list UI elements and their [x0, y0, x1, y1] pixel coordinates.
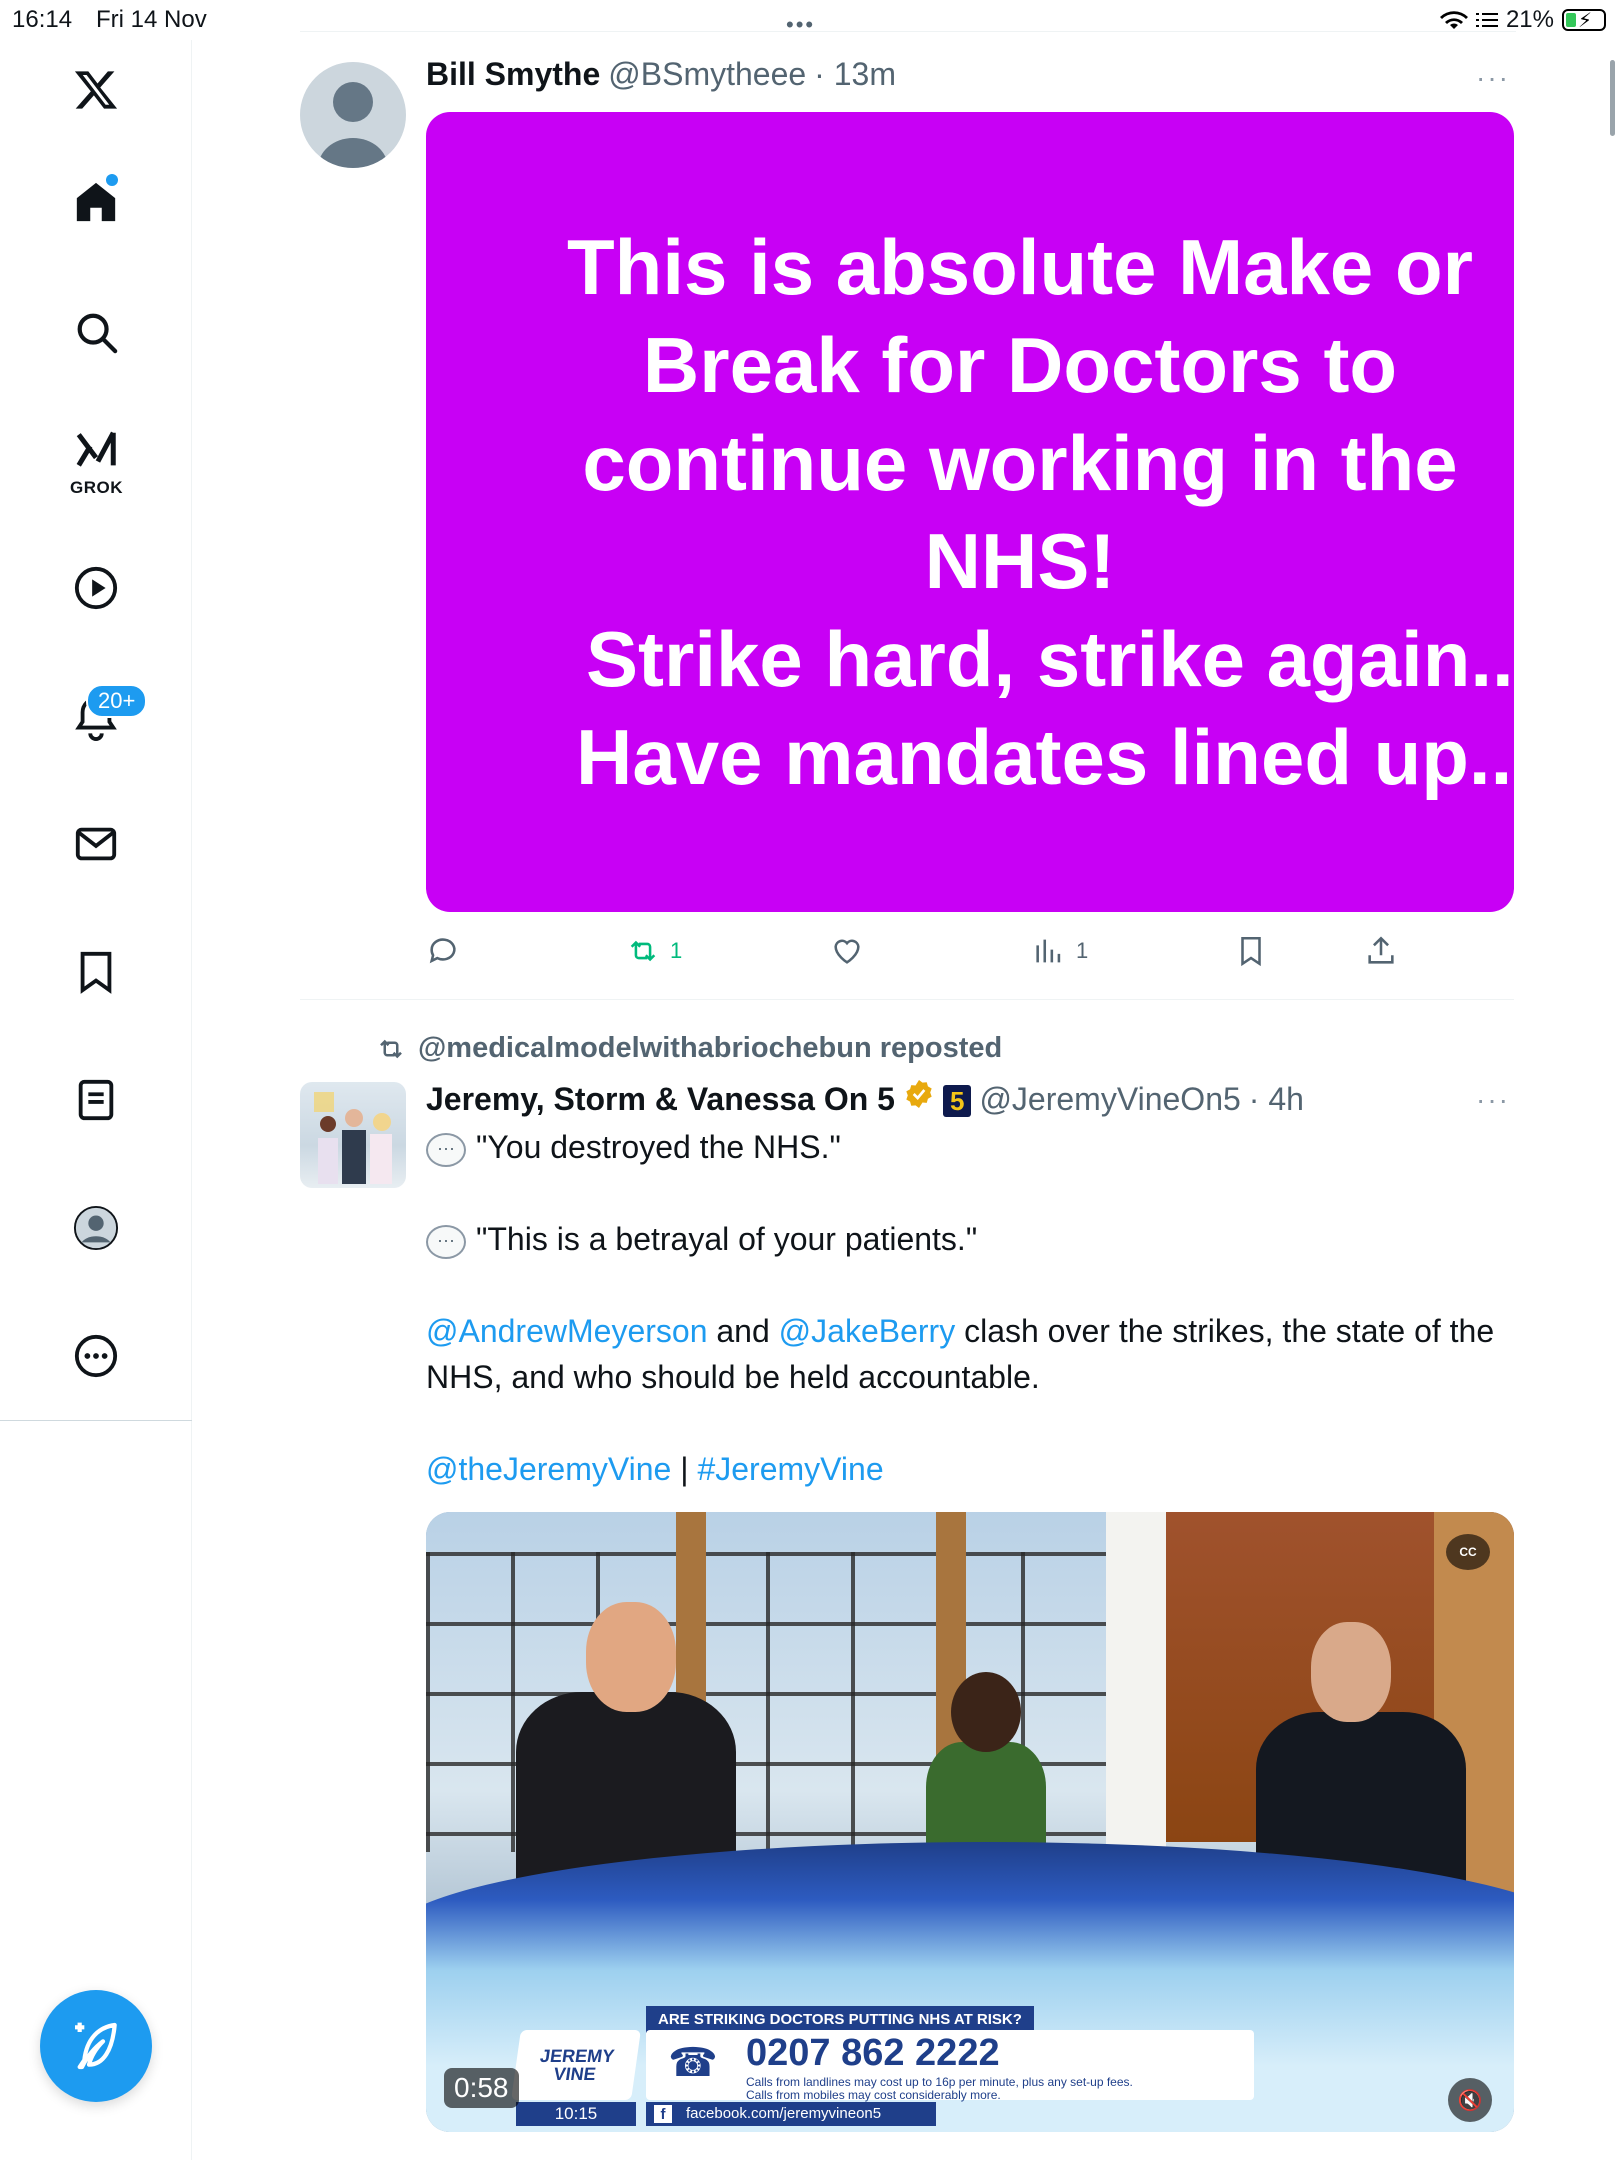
tweet-header: Jeremy, Storm & Vanessa On 5 5 @JeremyVi…	[426, 1078, 1304, 1118]
video-duration: 0:58	[444, 2068, 519, 2108]
show-logo: JEREMY VINE	[511, 2030, 641, 2100]
facebook-url: facebook.com/jeremyvineon5	[686, 2105, 882, 2122]
compose-plus-feather-icon	[75, 2022, 117, 2070]
share-icon	[1368, 936, 1394, 964]
views-button[interactable]: 1	[1032, 934, 1088, 968]
profile-icon[interactable]	[66, 1198, 126, 1258]
retweet-button[interactable]: 1	[626, 934, 682, 968]
body-text: and	[707, 1313, 779, 1349]
tweet-time[interactable]: · 4h	[1249, 1081, 1304, 1118]
tweet-text: ··· "You destroyed the NHS." ··· "This is …	[426, 1124, 1516, 1492]
reposted-by: @medicalmodelwithabriochebun reposted	[418, 1032, 1003, 1064]
x-logo-icon[interactable]	[66, 60, 126, 120]
verified-badge-icon	[906, 1080, 932, 1108]
phone-box: ☎ 0207 862 2222 Calls from landlines may…	[646, 2030, 1254, 2102]
search-icon[interactable]	[66, 302, 126, 362]
tags-line: @theJeremyVine | #JeremyVine	[426, 1446, 1516, 1492]
more-icon[interactable]	[66, 1326, 126, 1386]
speech-bubble-icon: ···	[426, 1224, 466, 1259]
quote-text: "This is a betrayal of your patients."	[476, 1221, 978, 1257]
tweet-video[interactable]: ARE STRIKING DOCTORS PUTTING NHS AT RISK…	[426, 1512, 1514, 2132]
tweet-divider	[300, 999, 1514, 1000]
notifications-badge: 20+	[86, 684, 148, 718]
body-paragraph: @AndrewMeyerson and @JakeBerry clash ove…	[426, 1308, 1506, 1400]
share-button[interactable]	[1364, 934, 1398, 968]
status-date: Fri 14 Nov	[96, 6, 207, 33]
video-white-wall	[1106, 1512, 1166, 1852]
video-person	[951, 1672, 1021, 1752]
bookmark-icon	[1241, 936, 1261, 967]
mention-link[interactable]: @JakeBerry	[779, 1313, 956, 1349]
reply-icon	[429, 938, 456, 964]
tweet-header: Bill Smythe @BSmytheee · 13m	[426, 56, 896, 93]
scrollbar[interactable]	[1610, 60, 1615, 136]
author-handle[interactable]: @JeremyVineOn5	[979, 1081, 1240, 1118]
muted-speaker-icon: 🔇	[1457, 2089, 1483, 2112]
tweet-image[interactable]: This is absolute Make or Break for Docto…	[426, 112, 1514, 912]
channel-badge: 5	[942, 1085, 972, 1117]
retweet-count: 1	[670, 938, 683, 963]
home-unread-dot	[106, 174, 118, 186]
reply-button[interactable]	[426, 934, 460, 968]
bookmarks-icon[interactable]	[66, 942, 126, 1002]
phone-number: 0207 862 2222	[746, 2032, 1000, 2074]
image-line: Strike hard, strike again...	[586, 615, 1514, 703]
video-icon[interactable]	[66, 558, 126, 618]
compose-button[interactable]	[40, 1990, 152, 2102]
facebook-icon: f	[654, 2105, 672, 2123]
views-count: 1	[1076, 938, 1089, 963]
call-charges: Calls from landlines may cost up to 16p …	[746, 2076, 1133, 2102]
mention-link[interactable]: @AndrewMeyerson	[426, 1313, 707, 1349]
heart-icon	[834, 939, 860, 964]
quote-line: ··· "You destroyed the NHS."	[426, 1124, 1516, 1170]
hashtag-link[interactable]: #JeremyVine	[697, 1451, 883, 1487]
call-charges-line: Calls from mobiles may cost considerably…	[746, 2088, 1001, 2102]
phone-icon: ☎	[668, 2041, 718, 2085]
repost-indicator[interactable]: @medicalmodelwithabriochebun reposted	[376, 1032, 1002, 1065]
image-line: This is absolute Make or	[567, 223, 1473, 311]
image-line: Break for Doctors to	[642, 321, 1398, 409]
video-person	[1311, 1622, 1391, 1722]
grok-icon[interactable]	[66, 420, 126, 480]
tweet-more-icon[interactable]: ···	[1476, 62, 1510, 94]
retweet-icon	[380, 1039, 402, 1058]
battery-icon: ⚡	[1562, 9, 1606, 32]
avatar[interactable]	[300, 62, 406, 168]
video-lower-third: ARE STRIKING DOCTORS PUTTING NHS AT RISK…	[511, 2006, 1256, 2126]
quote-line: ··· "This is a betrayal of your patients.…	[426, 1216, 1516, 1262]
avatar[interactable]	[300, 1082, 406, 1188]
image-line: NHS!	[924, 517, 1116, 605]
captions-button[interactable]: CC	[1446, 1534, 1490, 1570]
separator: |	[671, 1451, 698, 1487]
tweet-more-icon[interactable]: ···	[1476, 1084, 1510, 1116]
mention-link[interactable]: @theJeremyVine	[426, 1451, 671, 1487]
speech-bubble-icon: ···	[426, 1132, 466, 1167]
video-headline: ARE STRIKING DOCTORS PUTTING NHS AT RISK…	[646, 2006, 1034, 2033]
messages-icon[interactable]	[66, 814, 126, 874]
quote-text: "You destroyed the NHS."	[476, 1129, 841, 1165]
image-line: Have mandates lined up...	[576, 713, 1514, 801]
tweet-time[interactable]: · 13m	[814, 56, 896, 93]
author-handle[interactable]: @BSmytheee	[608, 56, 806, 93]
bookmark-button[interactable]	[1234, 934, 1268, 968]
mute-button[interactable]: 🔇	[1448, 2078, 1492, 2122]
views-icon	[1036, 939, 1061, 963]
lists-icon[interactable]	[66, 1070, 126, 1130]
like-button[interactable]	[830, 934, 864, 968]
retweet-icon	[630, 940, 656, 962]
status-time: 16:14	[12, 6, 73, 33]
show-clock: 10:15	[516, 2102, 636, 2126]
author-name[interactable]: Jeremy, Storm & Vanessa On 5	[426, 1081, 895, 1118]
previous-tweet-actions-partial	[300, 0, 1516, 32]
grok-label: GROK	[70, 478, 123, 497]
image-line: continue working in the	[582, 419, 1458, 507]
sidebar-divider	[0, 1420, 192, 1421]
multitask-handle[interactable]: •••	[786, 12, 815, 38]
author-name[interactable]: Bill Smythe	[426, 56, 600, 93]
video-person	[586, 1602, 676, 1712]
facebook-banner: f facebook.com/jeremyvineon5	[646, 2102, 936, 2126]
tweet-image-text: This is absolute Make or Break for Docto…	[426, 218, 1514, 806]
